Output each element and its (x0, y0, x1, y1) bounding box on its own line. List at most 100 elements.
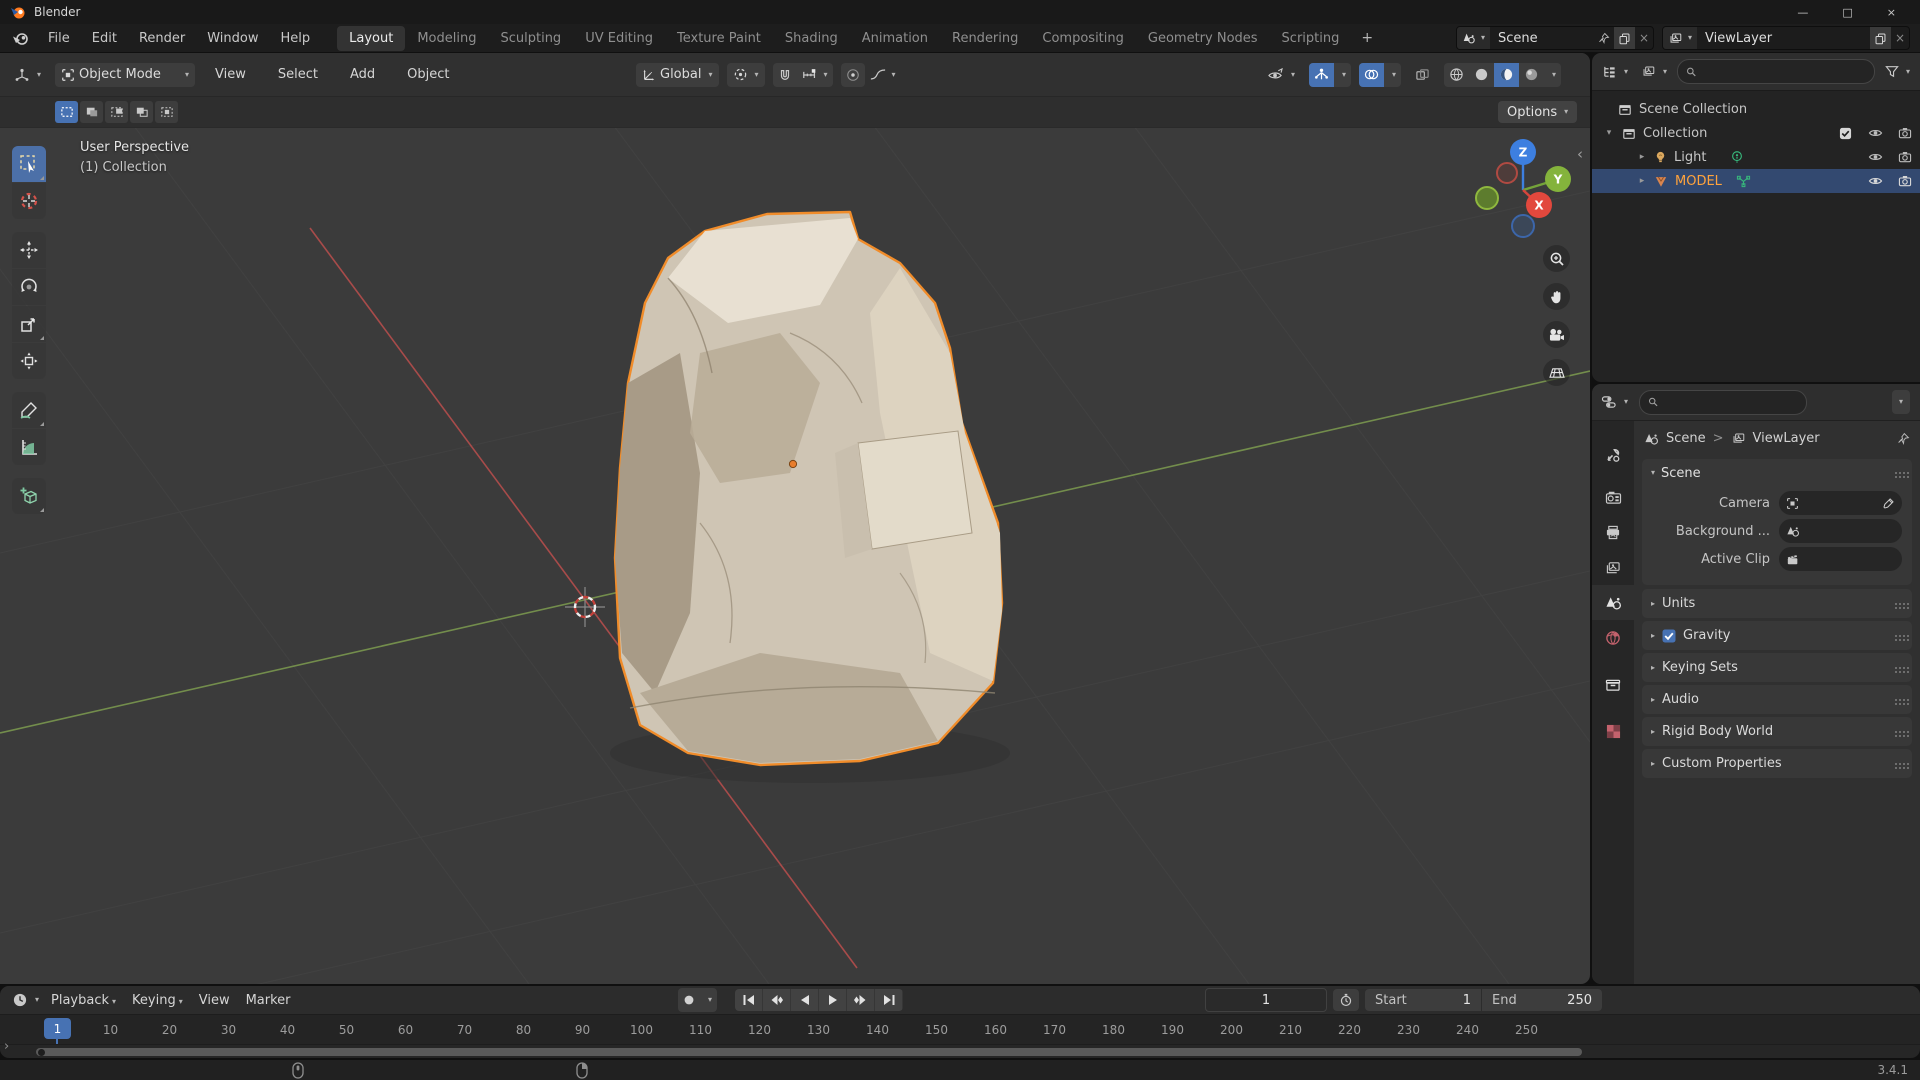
drag-handle-icon[interactable] (1895, 698, 1897, 701)
outliner-search-input[interactable] (1702, 63, 1866, 80)
playhead[interactable]: 1 (44, 1018, 71, 1039)
menu-help[interactable]: Help (270, 28, 322, 49)
properties-search[interactable] (1639, 389, 1808, 415)
next-keyframe-button[interactable] (847, 989, 876, 1011)
timeline-menu-keying[interactable]: Keying ▾ (124, 989, 191, 1012)
current-frame-field[interactable]: 1 (1205, 988, 1327, 1012)
outliner-display-mode-button[interactable]: ▾ (1599, 60, 1631, 84)
disable-render-toggle[interactable] (1890, 175, 1920, 187)
end-frame-field[interactable]: End 250 (1482, 989, 1602, 1011)
add-cube-tool[interactable] (12, 478, 46, 514)
panel-custom-properties[interactable]: ▸ Custom Properties (1642, 749, 1912, 778)
transform-orientation-dropdown[interactable]: Global ▾ (636, 62, 719, 87)
move-tool[interactable] (12, 232, 46, 268)
pan-hand-button[interactable] (1543, 283, 1570, 310)
remove-viewlayer-button[interactable]: × (1891, 27, 1909, 49)
panel-audio[interactable]: ▸ Audio (1642, 685, 1912, 714)
gizmo-z-negative[interactable] (1511, 214, 1535, 238)
select-mode-extend[interactable] (80, 101, 103, 123)
disclosure-closed-icon[interactable]: ▸ (1635, 176, 1649, 186)
breadcrumb-scene[interactable]: Scene (1666, 431, 1706, 446)
transform-tool[interactable] (12, 343, 46, 379)
tab-output-properties[interactable] (1592, 515, 1634, 550)
shading-solid-button[interactable] (1469, 63, 1494, 87)
proportional-editing-toggle[interactable] (840, 62, 865, 87)
timeline-ruler[interactable]: 10 20 30 40 50 60 70 80 90 100 110 120 130 140 150 160 1… (0, 1015, 1920, 1045)
menu-render[interactable]: Render (128, 28, 196, 49)
panel-rigid-body-world[interactable]: ▸ Rigid Body World (1642, 717, 1912, 746)
viewport-menu-object[interactable]: Object (395, 63, 461, 86)
region-collapse-arrow[interactable]: ‹ (1577, 145, 1583, 163)
tab-shading[interactable]: Shading (773, 26, 850, 51)
drag-handle-icon[interactable] (1895, 666, 1897, 669)
viewport-menu-add[interactable]: Add (338, 63, 387, 86)
toggle-ortho-button[interactable] (1543, 359, 1570, 386)
xray-toggle[interactable] (1409, 63, 1436, 87)
browse-scene-button[interactable]: ▾ (1457, 27, 1491, 49)
camera-view-button[interactable] (1543, 321, 1570, 348)
properties-search-input[interactable] (1664, 393, 1799, 411)
start-frame-field[interactable]: Start 1 (1365, 989, 1481, 1011)
outliner-filter-type-button[interactable]: ▾ (1638, 60, 1670, 84)
gizmo-y-negative[interactable] (1475, 186, 1499, 210)
gizmo-y-axis[interactable]: Y (1545, 166, 1571, 192)
select-mode-intersect[interactable] (155, 101, 178, 123)
tab-layout[interactable]: Layout (337, 25, 406, 51)
camera-field[interactable] (1779, 491, 1902, 515)
blender-menu-icon[interactable] (0, 31, 37, 46)
active-clip-field[interactable] (1779, 547, 1902, 571)
statue-model[interactable] (613, 210, 1004, 767)
eyedropper-icon[interactable] (1882, 497, 1895, 510)
timeline-menu-view[interactable]: View (191, 989, 238, 1012)
add-workspace-button[interactable]: + (1351, 28, 1383, 48)
timeline-scrollbar[interactable] (36, 1048, 1582, 1056)
timeline-menu-playback[interactable]: Playback ▾ (43, 989, 124, 1012)
drag-handle-icon[interactable] (1895, 762, 1897, 765)
gizmo-x-axis[interactable]: X (1526, 192, 1552, 218)
disclosure-closed-icon[interactable]: ▸ (1635, 152, 1649, 162)
new-scene-button[interactable] (1613, 27, 1635, 49)
previous-keyframe-button[interactable] (763, 989, 792, 1011)
disclosure-open-icon[interactable]: ▾ (1602, 128, 1616, 138)
cursor-tool[interactable] (12, 183, 46, 219)
drag-handle-icon[interactable] (1895, 472, 1897, 474)
panel-gravity[interactable]: ▸ Gravity (1642, 621, 1912, 650)
outliner-row-scene-collection[interactable]: Scene Collection (1592, 97, 1920, 121)
tab-render-properties[interactable] (1592, 480, 1634, 515)
viewport-menu-view[interactable]: View (203, 63, 258, 86)
tab-compositing[interactable]: Compositing (1030, 26, 1136, 51)
select-mode-subtract[interactable] (105, 101, 128, 123)
gizmos-toggle[interactable] (1309, 62, 1335, 87)
editor-type-button[interactable]: ▾ (8, 63, 47, 87)
shading-rendered-button[interactable] (1519, 63, 1544, 87)
tab-world-properties[interactable] (1592, 620, 1634, 655)
zoom-button[interactable] (1543, 245, 1570, 272)
outliner-row-light[interactable]: ▸ Light (1592, 145, 1920, 169)
auto-keying-dropdown[interactable]: ▾ (700, 988, 717, 1012)
tab-scripting[interactable]: Scripting (1270, 26, 1352, 51)
minimize-button[interactable]: — (1797, 6, 1808, 19)
properties-options-dropdown[interactable]: ▾ (1891, 390, 1910, 414)
timeline-editor-type-button[interactable]: ▾ (8, 988, 43, 1012)
select-mode-invert[interactable] (130, 101, 153, 123)
rotate-tool[interactable] (12, 269, 46, 305)
shading-dropdown[interactable]: ▾ (1544, 63, 1561, 87)
scene-name-field[interactable]: Scene (1490, 31, 1594, 46)
tab-viewlayer-properties[interactable] (1592, 550, 1634, 585)
pivot-point-dropdown[interactable]: ▾ (726, 62, 765, 87)
browse-viewlayer-button[interactable]: ▾ (1663, 27, 1698, 49)
measure-tool[interactable] (12, 429, 46, 465)
tab-uv-editing[interactable]: UV Editing (573, 26, 665, 51)
show-object-types-dropdown[interactable]: ▾ (1261, 63, 1301, 87)
panel-keying-sets[interactable]: ▸ Keying Sets (1642, 653, 1912, 682)
tab-texture-properties[interactable] (1592, 714, 1634, 749)
drag-handle-icon[interactable] (1895, 602, 1897, 605)
pin-scene-button[interactable] (1594, 27, 1614, 49)
shading-material-button[interactable] (1494, 62, 1520, 87)
drag-handle-icon[interactable] (1895, 634, 1897, 637)
select-mode-new[interactable] (55, 101, 78, 123)
hide-eye-toggle[interactable] (1860, 127, 1890, 140)
outliner-row-model[interactable]: ▸ MODEL (1592, 169, 1920, 193)
navigation-gizmo[interactable]: Z Y X (1468, 135, 1578, 245)
scene-panel-header[interactable]: ▾ Scene (1642, 459, 1912, 487)
